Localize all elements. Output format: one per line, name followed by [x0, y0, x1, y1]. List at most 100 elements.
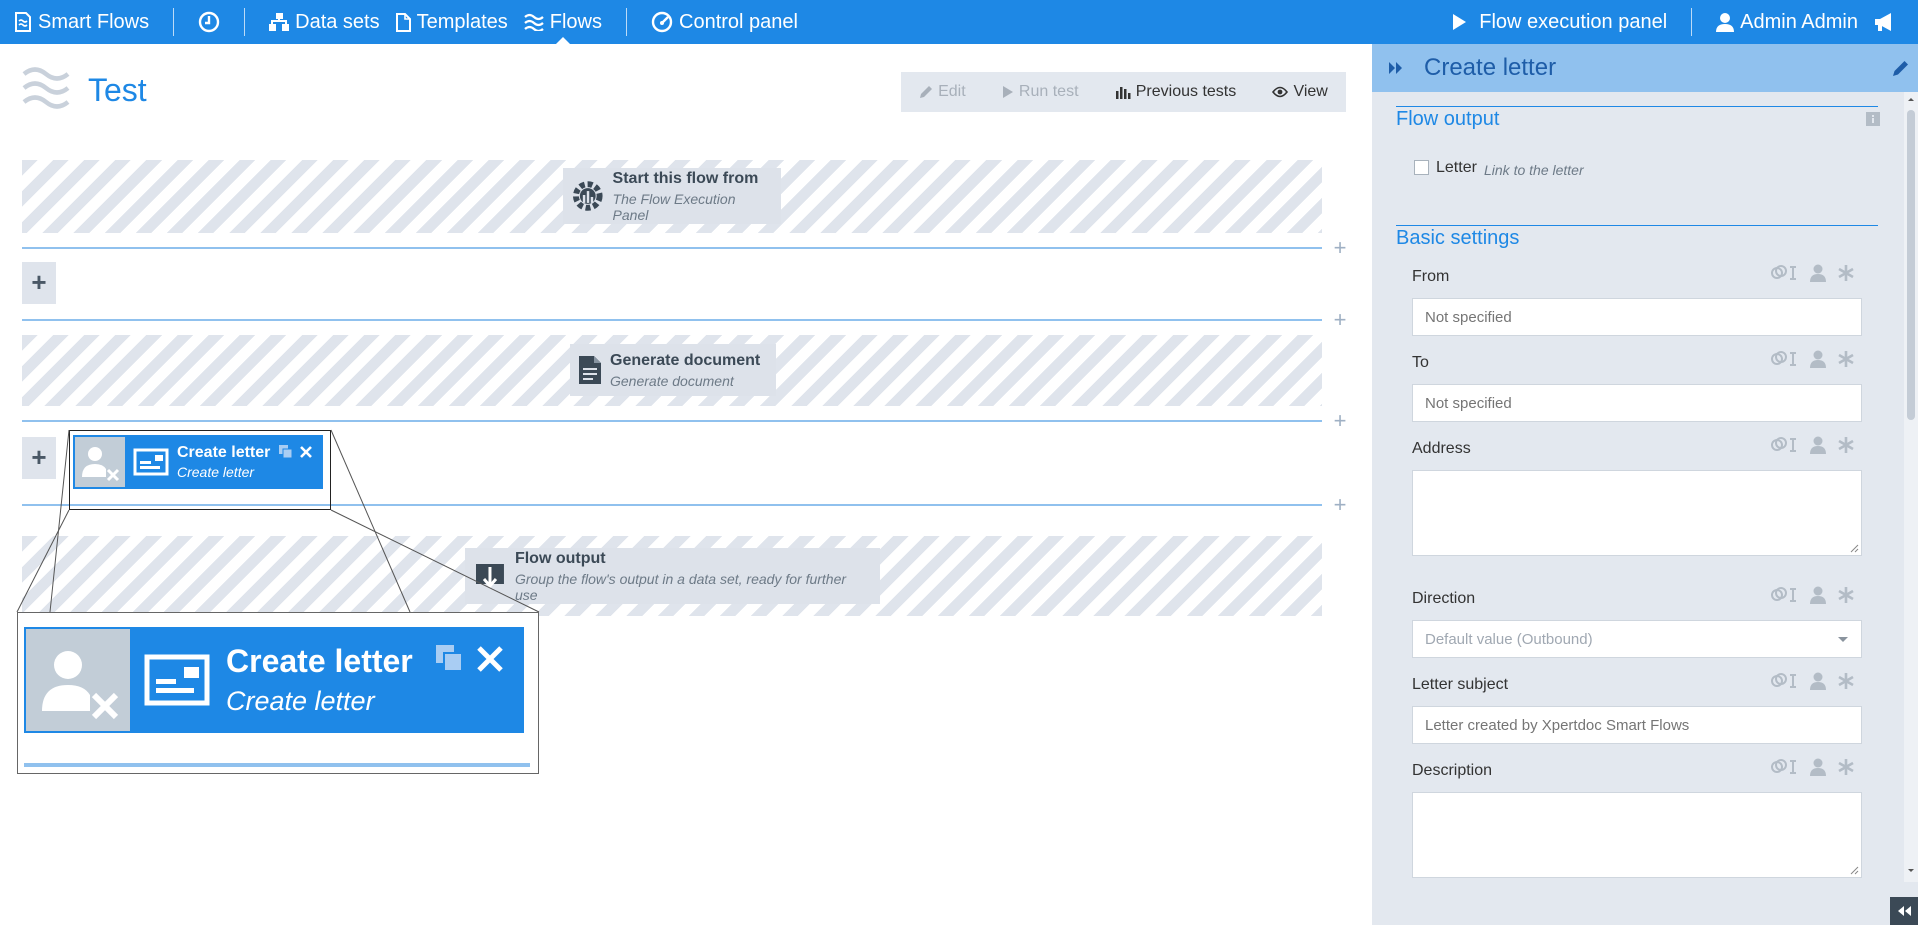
asterisk-icon[interactable]: [1838, 758, 1854, 776]
connector-line: [22, 319, 1322, 321]
node-title: Generate document: [610, 351, 761, 369]
node-actions: [436, 645, 504, 673]
user-menu[interactable]: Admin Admin: [1708, 0, 1866, 44]
previous-tests-button[interactable]: Previous tests: [1115, 83, 1236, 101]
top-navigation-bar: Smart Flows Data sets Templates Flows Co…: [0, 0, 1918, 44]
flow-output-node[interactable]: Flow output Group the flow's output in a…: [465, 548, 880, 604]
node-text: Flow output Group the flow's output in a…: [515, 550, 872, 603]
resize-handle-icon[interactable]: [1849, 543, 1859, 553]
add-step-box[interactable]: +: [22, 262, 56, 304]
section-divider: [1396, 106, 1878, 107]
properties-panel: Create letter Flow output Letter Link to…: [1372, 44, 1918, 925]
to-field[interactable]: [1412, 384, 1862, 422]
asterisk-icon[interactable]: [1838, 264, 1854, 282]
scroll-up-icon[interactable]: [1904, 94, 1918, 104]
link-text-icon[interactable]: [1770, 264, 1798, 282]
nav-data-sets[interactable]: Data sets: [261, 0, 387, 44]
run-test-label: Run test: [1018, 83, 1079, 100]
from-field[interactable]: [1412, 298, 1862, 336]
node-text: Generate document Generate document: [610, 352, 760, 389]
link-text-icon[interactable]: [1770, 672, 1798, 690]
link-text-icon[interactable]: [1770, 758, 1798, 776]
copy-icon: [436, 645, 463, 672]
edit-label: Edit: [938, 83, 966, 100]
link-text-icon[interactable]: [1770, 586, 1798, 604]
run-test-button[interactable]: Run test: [1002, 83, 1079, 101]
play-icon: [1453, 14, 1467, 30]
node-text: Create letter Create letter: [226, 643, 413, 717]
brand-link[interactable]: Smart Flows: [0, 0, 157, 44]
person-icon[interactable]: [1810, 350, 1826, 368]
node-text: Start this flow from The Flow Execution …: [613, 170, 773, 223]
scroll-down-icon[interactable]: [1904, 866, 1918, 876]
person-icon[interactable]: [1810, 436, 1826, 454]
info-icon[interactable]: [1866, 112, 1880, 126]
person-icon[interactable]: [1810, 264, 1826, 282]
add-step-button[interactable]: +: [1330, 309, 1350, 331]
view-label: View: [1293, 83, 1328, 100]
nav-label: Control panel: [679, 10, 798, 33]
asterisk-icon[interactable]: [1838, 586, 1854, 604]
announcements-button[interactable]: [1866, 0, 1918, 44]
close-icon: [477, 646, 503, 672]
node-title: Flow output: [514, 549, 606, 567]
description-textarea[interactable]: [1412, 792, 1862, 878]
letter-subject-field[interactable]: [1412, 706, 1862, 744]
gear-chart-icon: [572, 181, 603, 211]
asterisk-icon[interactable]: [1838, 350, 1854, 368]
collapse-panel-icon[interactable]: [1388, 61, 1404, 75]
link-text-icon[interactable]: [1770, 350, 1798, 368]
nav-flows[interactable]: Flows: [516, 0, 610, 44]
section-divider: [1396, 225, 1878, 226]
panel-header: Create letter: [1372, 44, 1918, 92]
flow-execution-panel-link[interactable]: Flow execution panel: [1443, 0, 1675, 44]
address-label: Address: [1412, 440, 1471, 457]
add-step-button[interactable]: +: [1330, 494, 1350, 516]
node-subtitle: Generate document: [610, 372, 734, 389]
address-textarea[interactable]: [1412, 470, 1862, 556]
waves-icon: [524, 13, 544, 31]
letter-subject-label: Letter subject: [1412, 676, 1509, 693]
flows-icon: [22, 67, 70, 109]
node-title: Create letter: [226, 643, 413, 679]
resize-handle-icon[interactable]: [1849, 865, 1859, 875]
node-subtitle: Create letter: [226, 686, 375, 716]
smart-flows-logo-icon: [15, 12, 31, 32]
flow-toolbar: Edit Run test Previous tests View: [901, 72, 1346, 112]
asterisk-icon[interactable]: [1838, 436, 1854, 454]
field-options: [1770, 672, 1854, 690]
person-icon[interactable]: [1810, 672, 1826, 690]
generate-document-node[interactable]: Generate document Generate document: [570, 344, 776, 396]
field-options: [1770, 758, 1854, 776]
checkbox-hint: Link to the letter: [1484, 162, 1584, 178]
start-node[interactable]: Start this flow from The Flow Execution …: [563, 168, 781, 224]
id-card-icon: [144, 654, 210, 706]
direction-select[interactable]: Default value (Outbound): [1412, 620, 1862, 658]
scrollbar-thumb[interactable]: [1907, 110, 1915, 420]
edit-button[interactable]: Edit: [919, 83, 966, 101]
field-options: [1770, 436, 1854, 454]
letter-output-checkbox[interactable]: [1414, 160, 1429, 175]
history-button[interactable]: [190, 0, 228, 44]
person-icon[interactable]: [1810, 758, 1826, 776]
create-letter-node-zoomed: Create letter Create letter: [24, 627, 524, 733]
person-icon[interactable]: [1810, 586, 1826, 604]
pencil-icon[interactable]: [1892, 59, 1910, 77]
previous-tests-label: Previous tests: [1135, 83, 1237, 100]
link-text-icon[interactable]: [1770, 436, 1798, 454]
zoom-magnifier: Create letter Create letter: [17, 612, 539, 774]
basic-settings-heading: Basic settings: [1396, 227, 1520, 249]
field-options: [1770, 264, 1854, 282]
connector-line: [22, 420, 1322, 422]
add-step-button[interactable]: +: [1330, 410, 1350, 432]
panel-scrollbar[interactable]: [1904, 92, 1918, 882]
field-options: [1770, 350, 1854, 368]
nav-templates[interactable]: Templates: [388, 0, 516, 44]
view-button[interactable]: View: [1272, 83, 1328, 101]
divider: [626, 8, 627, 36]
nav-control-panel[interactable]: Control panel: [643, 0, 806, 44]
asterisk-icon[interactable]: [1838, 672, 1854, 690]
add-step-box[interactable]: +: [22, 437, 56, 479]
add-step-button[interactable]: +: [1330, 237, 1350, 259]
expand-panel-button[interactable]: [1890, 897, 1918, 925]
